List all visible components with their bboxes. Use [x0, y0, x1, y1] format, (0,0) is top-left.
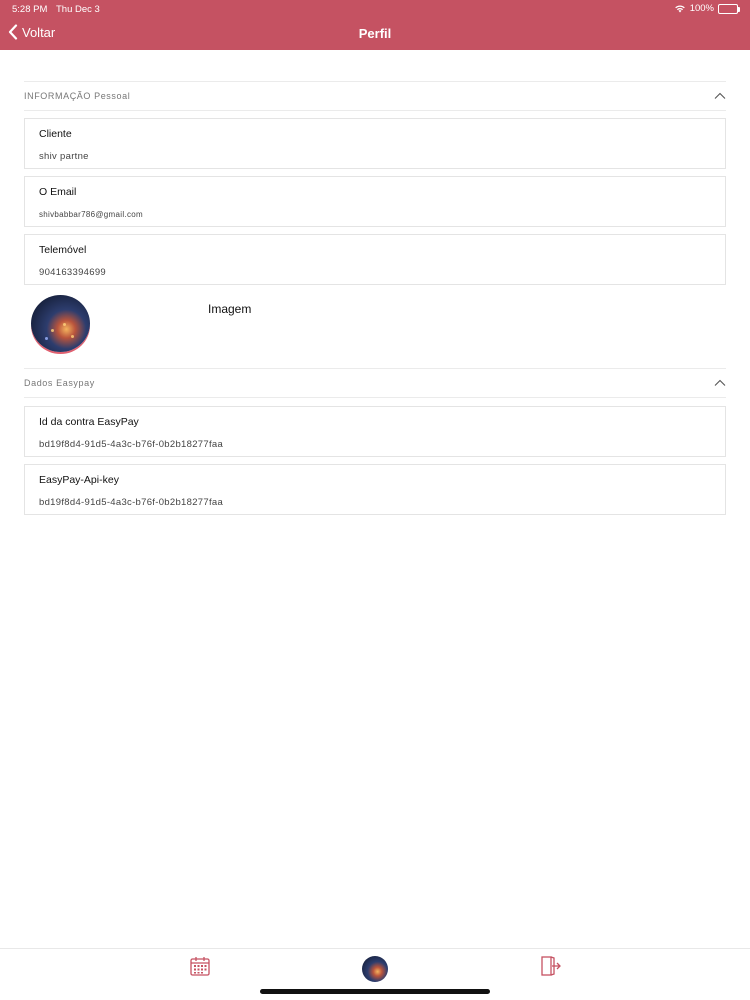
calendar-icon [189, 957, 211, 981]
battery-icon [718, 3, 740, 14]
nav-bar: Voltar Perfil [0, 18, 750, 50]
profile-screen: 5:28 PM Thu Dec 3 100% Voltar Perfil INF… [0, 0, 750, 1000]
field-telemovel[interactable]: Telemóvel 904163394699 [24, 234, 726, 285]
field-label: Id da contra EasyPay [39, 416, 139, 428]
field-label: EasyPay-Api-key [39, 474, 119, 486]
status-right: 100% [674, 3, 740, 14]
avatar [362, 956, 388, 982]
status-bar: 5:28 PM Thu Dec 3 100% [0, 0, 750, 18]
header: 5:28 PM Thu Dec 3 100% Voltar Perfil [0, 0, 750, 50]
tab-calendar[interactable] [189, 955, 211, 982]
chevron-up-icon[interactable] [714, 92, 726, 100]
field-cliente[interactable]: Cliente shiv partne [24, 118, 726, 169]
field-value: shiv partne [39, 151, 89, 162]
page-title: Perfil [358, 26, 392, 41]
avatar[interactable] [31, 295, 90, 352]
image-label: Imagem [208, 302, 252, 316]
field-easypay-id[interactable]: Id da contra EasyPay bd19f8d4-91d5-4a3c-… [24, 406, 726, 457]
home-indicator [260, 989, 490, 994]
section-title-personal: INFORMAÇÃO Pessoal [24, 91, 131, 101]
field-label: O Email [39, 186, 77, 198]
field-label: Cliente [39, 128, 72, 140]
section-header-easypay[interactable]: Dados Easypay [24, 368, 726, 398]
field-value: bd19f8d4-91d5-4a3c-b76f-0b2b18277faa [39, 439, 224, 450]
section-title-easypay: Dados Easypay [24, 378, 95, 388]
chevron-up-icon[interactable] [714, 379, 726, 387]
field-email[interactable]: O Email shivbabbar786@gmail.com [24, 176, 726, 227]
tab-logout[interactable] [540, 955, 562, 982]
tab-profile[interactable] [362, 956, 388, 982]
field-label: Telemóvel [39, 244, 87, 256]
logout-icon [540, 956, 562, 981]
wifi-icon [674, 4, 686, 13]
battery-percent: 100% [689, 3, 714, 14]
field-value: shivbabbar786@gmail.com [39, 210, 143, 219]
field-value: bd19f8d4-91d5-4a3c-b76f-0b2b18277faa [39, 497, 224, 508]
field-easypay-api-key[interactable]: EasyPay-Api-key bd19f8d4-91d5-4a3c-b76f-… [24, 464, 726, 515]
status-date: Thu Dec 3 [56, 4, 100, 15]
section-header-personal[interactable]: INFORMAÇÃO Pessoal [24, 81, 726, 111]
field-value: 904163394699 [39, 267, 107, 278]
status-time: 5:28 PM [12, 4, 48, 15]
image-row: Imagem [24, 292, 726, 358]
